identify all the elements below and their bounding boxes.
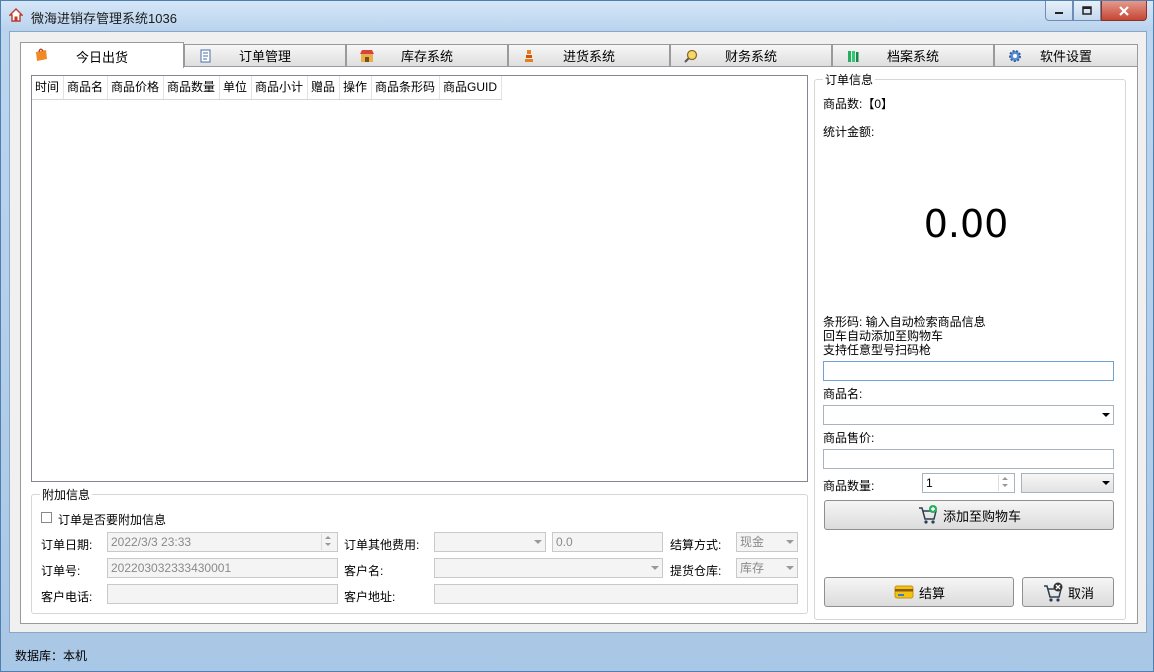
tab-label: 财务系统: [724, 49, 777, 64]
chevron-down-icon: [1102, 481, 1110, 485]
other-fee-type-select[interactable]: [434, 532, 546, 552]
app-window: 微海进销存管理系统1036 今日出货 订单管理 库存系统 进货系统 财务系统 档…: [0, 0, 1154, 672]
cancel-button[interactable]: 取消: [1022, 577, 1114, 607]
order-date-field[interactable]: 2022/3/3 23:33: [107, 532, 338, 552]
quantity-stepper[interactable]: 1: [922, 473, 1015, 493]
title-bar[interactable]: 微海进销存管理系统1036: [1, 1, 1153, 31]
order-no-value: 202203032333430001: [111, 561, 232, 575]
minimize-icon: [1055, 11, 1063, 14]
tab-label: 库存系统: [400, 49, 453, 64]
customer-name-select[interactable]: [434, 558, 663, 578]
pickup-warehouse-value: 库存: [740, 561, 765, 575]
maximize-button[interactable]: [1073, 1, 1101, 21]
tab-inventory[interactable]: 库存系统: [346, 44, 508, 66]
pickup-warehouse-select[interactable]: 库存: [736, 558, 798, 578]
customer-address-field[interactable]: [434, 584, 798, 604]
tab-label: 软件设置: [1039, 49, 1092, 64]
item-count: 商品数:【0】: [823, 97, 894, 111]
sale-price-label: 商品售价:: [823, 431, 875, 445]
maximize-icon: [1082, 5, 1092, 15]
cart-add-icon: [918, 505, 937, 524]
credit-card-icon: [894, 585, 914, 599]
attach-info-checkbox[interactable]: [41, 512, 52, 523]
cancel-label: 取消: [1067, 585, 1094, 601]
extra-info-group: 附加信息 订单是否要附加信息 订单日期: 2022/3/3 23:33 订单其他…: [31, 486, 808, 614]
payment-method-label: 结算方式:: [670, 538, 722, 552]
column-header[interactable]: 商品数量: [164, 76, 220, 99]
pickup-warehouse-label: 提货仓库:: [670, 564, 722, 578]
status-bar-text: 数据库：本机: [15, 649, 88, 663]
date-spinner[interactable]: [321, 534, 336, 550]
tab-order-management[interactable]: 订单管理: [184, 44, 346, 66]
order-no-field[interactable]: 202203032333430001: [107, 558, 338, 578]
close-button[interactable]: [1101, 1, 1147, 21]
customer-phone-label: 客户电话:: [41, 590, 93, 604]
close-icon: [1119, 5, 1129, 16]
quantity-value: 1: [926, 476, 933, 490]
column-header[interactable]: 商品条形码: [372, 76, 440, 99]
today-shipping-panel: 时间 商品名 商品价格 商品数量 单位 商品小计 赠品 操作 商品条形码 商品G…: [20, 66, 1138, 624]
barcode-input[interactable]: [823, 361, 1114, 381]
chevron-down-icon: [534, 540, 542, 544]
cart-remove-icon: [1043, 582, 1063, 602]
home-icon: [9, 8, 23, 22]
order-info-group: 订单信息 商品数:【0】 统计金额: 0.00 条形码: 输入自动检索商品信息 …: [814, 71, 1126, 620]
column-header[interactable]: 商品名: [64, 76, 108, 99]
tab-finance[interactable]: 财务系统: [670, 44, 832, 66]
minimize-button[interactable]: [1045, 1, 1073, 21]
attach-info-label: 订单是否要附加信息: [58, 513, 167, 527]
product-name-select[interactable]: [823, 405, 1114, 425]
add-to-cart-label: 添加至购物车: [942, 508, 1021, 524]
total-amount-value: 0.00: [923, 202, 1009, 246]
other-fee-label: 订单其他费用:: [344, 538, 420, 552]
chevron-down-icon: [651, 566, 659, 570]
tab-purchasing[interactable]: 进货系统: [508, 44, 670, 66]
chevron-down-icon: [786, 566, 794, 570]
extra-info-title: 附加信息: [40, 486, 93, 503]
tab-archives[interactable]: 档案系统: [832, 44, 994, 66]
column-header[interactable]: 商品GUID: [440, 76, 502, 99]
tab-label: 订单管理: [238, 49, 291, 64]
tab-settings[interactable]: 软件设置: [994, 44, 1138, 66]
checkout-label: 结算: [918, 585, 945, 601]
column-header[interactable]: 操作: [340, 76, 372, 99]
customer-name-label: 客户名:: [344, 564, 384, 578]
tab-label: 今日出货: [75, 50, 128, 65]
total-amount-label: 统计金额:: [823, 125, 875, 139]
order-info-title: 订单信息: [823, 71, 876, 88]
grid-header: 时间 商品名 商品价格 商品数量 单位 商品小计 赠品 操作 商品条形码 商品G…: [32, 76, 502, 100]
checkout-button[interactable]: 结算: [824, 577, 1014, 607]
barcode-hint-line3: 支持任意型号扫码枪: [823, 343, 932, 357]
unit-select[interactable]: [1021, 473, 1114, 493]
other-fee-amount: 0.0: [556, 535, 573, 549]
order-no-label: 订单号:: [41, 564, 81, 578]
add-to-cart-button[interactable]: 添加至购物车: [824, 500, 1114, 530]
quantity-spinner[interactable]: [998, 475, 1013, 491]
column-header[interactable]: 单位: [220, 76, 252, 99]
payment-method-value: 现金: [740, 535, 765, 549]
column-header[interactable]: 赠品: [308, 76, 340, 99]
order-date-value: 2022/3/3 23:33: [111, 535, 192, 549]
sale-price-input[interactable]: [823, 449, 1114, 469]
column-header[interactable]: 商品小计: [252, 76, 308, 99]
tab-label: 进货系统: [562, 49, 615, 64]
tab-strip: 今日出货 订单管理 库存系统 进货系统 财务系统 档案系统 软件设置: [20, 42, 1138, 68]
order-items-grid[interactable]: 时间 商品名 商品价格 商品数量 单位 商品小计 赠品 操作 商品条形码 商品G…: [31, 75, 808, 482]
product-name-label: 商品名:: [823, 387, 863, 401]
client-area: 今日出货 订单管理 库存系统 进货系统 财务系统 档案系统 软件设置 时间 商品…: [9, 31, 1147, 633]
customer-address-label: 客户地址:: [344, 590, 396, 604]
window-title: 微海进销存管理系统1036: [31, 11, 177, 26]
customer-phone-field[interactable]: [107, 584, 338, 604]
quantity-label: 商品数量:: [823, 479, 875, 493]
chevron-down-icon: [1102, 413, 1110, 417]
other-fee-amount-field[interactable]: 0.0: [552, 532, 663, 552]
tab-today-shipping[interactable]: 今日出货: [20, 42, 184, 68]
chevron-down-icon: [786, 540, 794, 544]
order-date-label: 订单日期:: [41, 538, 93, 552]
column-header[interactable]: 时间: [32, 76, 64, 99]
column-header[interactable]: 商品价格: [108, 76, 164, 99]
payment-method-select[interactable]: 现金: [736, 532, 798, 552]
tab-label: 档案系统: [886, 49, 939, 64]
